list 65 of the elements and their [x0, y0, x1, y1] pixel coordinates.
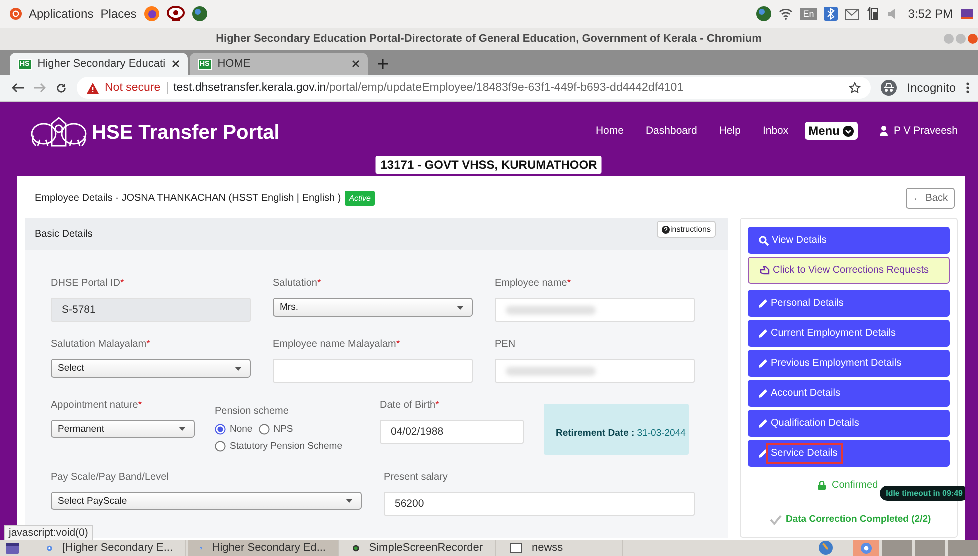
menu-item[interactable]: Applications	[29, 7, 94, 21]
taskbar-item[interactable]: newss	[498, 540, 623, 556]
instructions-button[interactable]: instructions	[656, 221, 716, 238]
taskbar-label: [Higher Secondary E...	[62, 542, 173, 554]
taskbar-item[interactable]: [Higher Secondary E...	[35, 540, 186, 556]
taskbar-label: newss	[532, 542, 564, 554]
taskbar-item[interactable]: Higher Secondary Ed...	[188, 540, 339, 556]
nav-link[interactable]: Help	[719, 125, 741, 137]
nav-link[interactable]: Home	[596, 125, 624, 137]
input-field[interactable]: 04/02/1988	[380, 420, 524, 444]
menu-button[interactable]: Previous Employment Details	[748, 350, 950, 377]
keyboard-indicator[interactable]: En	[800, 8, 818, 20]
field-label: PEN	[495, 339, 517, 350]
field-label: Pay Scale/Pay Band/Level	[51, 472, 170, 483]
select-field[interactable]: Select	[51, 359, 251, 378]
menu-button[interactable]: Account Details	[748, 380, 950, 407]
taskbar-label: Higher Secondary Ed...	[212, 542, 326, 554]
completion-status: Data Correction Completed (2/2)	[786, 514, 932, 525]
input-field[interactable]: 56200	[384, 492, 695, 516]
field-label: DHSE Portal ID*	[51, 278, 126, 289]
select-field[interactable]: Permanent	[51, 420, 195, 438]
incognito-label: Incognito	[907, 81, 956, 95]
section-title: Basic Details	[35, 228, 93, 240]
menu-button[interactable]: Click to View Corrections Requests	[748, 257, 950, 284]
nav-link[interactable]: Dashboard	[646, 125, 698, 137]
menu-button[interactable]: Current Employment Details	[748, 320, 950, 347]
security-label: Not secure	[105, 82, 161, 94]
user-link[interactable]: P V Praveesh	[894, 125, 958, 137]
nav-link[interactable]: Inbox	[762, 125, 789, 137]
radio-label: None	[230, 424, 253, 435]
field-label: Date of Birth*	[380, 400, 440, 411]
radio-label: Statutory Pension Scheme	[230, 441, 342, 452]
field-label: Appointment nature*	[51, 400, 144, 411]
field-label: Salutation*	[273, 278, 322, 289]
status-badge: Active	[345, 190, 376, 206]
select-field[interactable]: Mrs.	[273, 298, 473, 317]
url-text: test.dhsetransfer.kerala.gov.in/portal/emp/updateEmployee/18483f9e-63f1-449f-b693-dd4442df4101	[174, 82, 684, 94]
taskbar-label: SimpleScreenRecorder	[369, 542, 483, 554]
menu-button[interactable]: Service Details	[748, 440, 950, 467]
status-tooltip: javascript:void(0)	[4, 525, 94, 540]
field-label: Pension scheme	[215, 406, 290, 417]
radio-label: NPS	[274, 424, 294, 435]
menu-button[interactable]: View Details	[748, 227, 950, 254]
back-button[interactable]: ← Back	[906, 188, 955, 208]
field-label: Salutation Malayalam*	[51, 339, 152, 350]
idle-timeout-badge: Idle timeout in 09:49	[880, 486, 965, 501]
address-field[interactable]: Not secure test.dhsetransfer.kerala.gov.in/portal/emp/updateEmployee/18483f9e-63f1-449f-b693-dd4442df4101	[77, 77, 872, 99]
tab-title: Higher Secondary Educati	[38, 58, 166, 70]
clock[interactable]: 3:52 PM	[908, 7, 953, 21]
portal-title: HSE Transfer Portal	[92, 122, 280, 144]
employee-heading: Employee Details - JOSNA THANKACHAN (HSST English | English )	[35, 192, 342, 204]
taskbar-item[interactable]: SimpleScreenRecorder	[341, 540, 496, 556]
tab-title: HOME	[218, 58, 252, 70]
input-field[interactable]: S-5781	[51, 298, 251, 322]
window-title: Higher Secondary Education Portal-Directorate of General Education, Government of Kerala - Chromium	[216, 33, 762, 45]
field-label: Employee name*	[495, 278, 572, 289]
menu-button[interactable]: Personal Details	[748, 290, 950, 317]
menu-item[interactable]: Places	[100, 7, 137, 21]
field-label: Employee name Malayalam*	[273, 339, 402, 350]
school-label: 13171 - GOVT VHSS, KURUMATHOOR	[376, 156, 602, 174]
field-label: Present salary	[384, 472, 449, 483]
confirmed-status: Confirmed	[832, 480, 878, 491]
menu-button[interactable]: Menu	[804, 122, 858, 140]
select-field[interactable]: Select PayScale	[51, 492, 362, 510]
menu-button[interactable]: Qualification Details	[748, 410, 950, 437]
